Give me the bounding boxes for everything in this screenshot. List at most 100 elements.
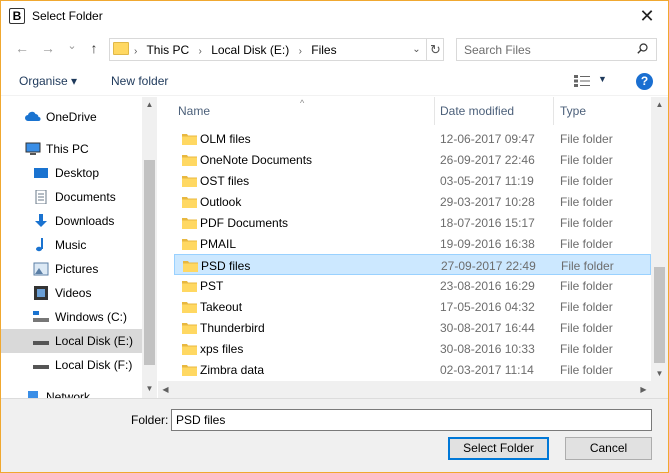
table-row[interactable]: Takeout 17-05-2016 04:32 File folder bbox=[174, 296, 651, 317]
title-bar: B Select Folder ✕ bbox=[1, 1, 668, 32]
folder-icon bbox=[182, 197, 197, 208]
recent-locations-icon[interactable]: ⌄ bbox=[63, 37, 81, 55]
chevron-right-icon: › bbox=[134, 46, 138, 57]
sidebar-item-local-disk-e[interactable]: Local Disk (E:) bbox=[1, 329, 142, 353]
sidebar-item-this-pc[interactable]: This PC bbox=[1, 137, 142, 161]
up-arrow-icon[interactable]: ↑ bbox=[85, 39, 103, 57]
file-date-modified: 18-07-2016 15:17 bbox=[440, 216, 535, 230]
documents-icon bbox=[35, 190, 47, 204]
videos-icon bbox=[34, 286, 48, 300]
sidebar-item-label: OneDrive bbox=[46, 110, 97, 124]
file-name: xps files bbox=[200, 342, 244, 356]
table-row[interactable]: OST files 03-05-2017 11:19 File folder bbox=[174, 170, 651, 191]
file-name: PMAIL bbox=[200, 237, 237, 251]
scroll-up-icon[interactable]: ▲ bbox=[652, 97, 667, 112]
breadcrumb: › This PC › Local Disk (E:) › Files bbox=[134, 43, 337, 57]
folder-icon bbox=[182, 365, 197, 376]
table-row[interactable]: Outlook 29-03-2017 10:28 File folder bbox=[174, 191, 651, 212]
drive-icon bbox=[33, 365, 49, 369]
sidebar-item-label: Network bbox=[46, 390, 91, 398]
sidebar-item-onedrive[interactable]: OneDrive bbox=[1, 105, 142, 129]
folder-icon bbox=[182, 281, 197, 292]
sidebar-item-videos[interactable]: Videos bbox=[1, 281, 142, 305]
column-header-date[interactable]: Date modified bbox=[436, 97, 552, 125]
folder-icon bbox=[182, 176, 197, 187]
sidebar-item-local-disk-f[interactable]: Local Disk (F:) bbox=[1, 353, 142, 377]
select-folder-button[interactable]: Select Folder bbox=[448, 437, 549, 460]
scroll-left-icon[interactable]: ◀ bbox=[158, 382, 173, 397]
file-date-modified: 26-09-2017 22:46 bbox=[440, 153, 535, 167]
address-bar[interactable]: › This PC › Local Disk (E:) › Files ⌄ ↻ bbox=[109, 38, 444, 61]
file-date-modified: 30-08-2017 16:44 bbox=[440, 321, 535, 335]
close-icon[interactable]: ✕ bbox=[636, 5, 658, 27]
table-row[interactable]: PSD files 27-09-2017 22:49 File folder bbox=[174, 254, 651, 275]
table-row[interactable]: PST 23-08-2016 16:29 File folder bbox=[174, 275, 651, 296]
file-name: PSD files bbox=[201, 259, 251, 273]
file-name: OneNote Documents bbox=[200, 153, 313, 167]
table-row[interactable]: PDF Documents 18-07-2016 15:17 File folder bbox=[174, 212, 651, 233]
scroll-down-icon[interactable]: ▼ bbox=[142, 381, 157, 396]
file-date-modified: 23-08-2016 16:29 bbox=[440, 279, 535, 293]
breadcrumb-local-disk-e[interactable]: Local Disk (E:) bbox=[211, 43, 289, 57]
file-type: File folder bbox=[560, 321, 613, 335]
sidebar-item-music[interactable]: Music bbox=[1, 233, 142, 257]
file-name: Outlook bbox=[200, 195, 242, 209]
sidebar-item-windows-c[interactable]: Windows (C:) bbox=[1, 305, 142, 329]
forward-arrow-icon[interactable]: → bbox=[39, 39, 57, 57]
sidebar-item-documents[interactable]: Documents bbox=[1, 185, 142, 209]
folder-name-input[interactable] bbox=[171, 409, 652, 431]
chevron-down-icon[interactable]: ▼ bbox=[598, 74, 607, 84]
sidebar-item-network[interactable]: Network bbox=[1, 385, 142, 398]
table-row[interactable]: OLM files 12-06-2017 09:47 File folder bbox=[174, 128, 651, 149]
sidebar-item-label: This PC bbox=[46, 142, 89, 156]
file-list-scrollbar[interactable]: ▲ ▼ bbox=[651, 97, 668, 381]
column-divider[interactable] bbox=[553, 97, 554, 125]
sidebar-scrollbar[interactable]: ▲ ▼ bbox=[142, 97, 157, 398]
back-arrow-icon[interactable]: ← bbox=[13, 39, 31, 57]
scroll-right-icon[interactable]: ▶ bbox=[636, 382, 651, 397]
horizontal-scrollbar[interactable]: ◀ ▶ bbox=[158, 381, 668, 398]
view-options-icon[interactable] bbox=[574, 75, 590, 87]
dialog-footer: Folder: Select Folder Cancel bbox=[1, 398, 668, 472]
organise-menu[interactable]: Organise ▾ bbox=[19, 74, 77, 88]
breadcrumb-this-pc[interactable]: This PC bbox=[146, 43, 189, 57]
folder-icon bbox=[182, 302, 197, 313]
scroll-down-icon[interactable]: ▼ bbox=[652, 366, 667, 381]
sidebar-item-desktop[interactable]: Desktop bbox=[1, 161, 142, 185]
cancel-button[interactable]: Cancel bbox=[565, 437, 652, 460]
sidebar-item-pictures[interactable]: Pictures bbox=[1, 257, 142, 281]
file-date-modified: 29-03-2017 10:28 bbox=[440, 195, 535, 209]
music-icon bbox=[36, 238, 43, 252]
sidebar-item-label: Local Disk (F:) bbox=[55, 358, 133, 372]
sidebar-item-downloads[interactable]: Downloads bbox=[1, 209, 142, 233]
file-date-modified: 27-09-2017 22:49 bbox=[441, 259, 536, 273]
table-row[interactable]: Zimbra data 02-03-2017 11:14 File folder bbox=[174, 359, 651, 380]
file-name: Zimbra data bbox=[200, 363, 265, 377]
breadcrumb-files[interactable]: Files bbox=[311, 43, 336, 57]
file-type: File folder bbox=[560, 342, 613, 356]
file-date-modified: 17-05-2016 04:32 bbox=[440, 300, 535, 314]
table-row[interactable]: xps files 30-08-2016 10:33 File folder bbox=[174, 338, 651, 359]
folder-icon bbox=[182, 239, 197, 250]
file-date-modified: 12-06-2017 09:47 bbox=[440, 132, 535, 146]
chevron-down-icon[interactable]: ⌄ bbox=[406, 39, 426, 60]
desktop-icon bbox=[34, 168, 48, 178]
column-header-name[interactable]: Name bbox=[174, 97, 434, 125]
file-list-scroll-thumb[interactable] bbox=[654, 267, 665, 363]
column-header-type[interactable]: Type bbox=[556, 97, 651, 125]
sidebar-item-label: Downloads bbox=[55, 214, 115, 228]
search-input[interactable]: Search Files bbox=[456, 38, 657, 61]
table-row[interactable]: PMAIL 19-09-2016 16:38 File folder bbox=[174, 233, 651, 254]
sidebar-scroll-thumb[interactable] bbox=[144, 160, 155, 365]
new-folder-button[interactable]: New folder bbox=[111, 74, 168, 88]
refresh-icon[interactable]: ↻ bbox=[426, 39, 444, 60]
file-type: File folder bbox=[560, 237, 613, 251]
table-row[interactable]: Thunderbird 30-08-2017 16:44 File folder bbox=[174, 317, 651, 338]
scroll-up-icon[interactable]: ▲ bbox=[142, 97, 157, 112]
table-row[interactable]: OneNote Documents 26-09-2017 22:46 File fo… bbox=[174, 149, 651, 170]
folder-icon bbox=[183, 261, 198, 272]
column-divider[interactable] bbox=[434, 97, 435, 125]
help-icon[interactable]: ? bbox=[636, 73, 653, 90]
folder-icon bbox=[182, 218, 197, 229]
file-type: File folder bbox=[560, 279, 613, 293]
